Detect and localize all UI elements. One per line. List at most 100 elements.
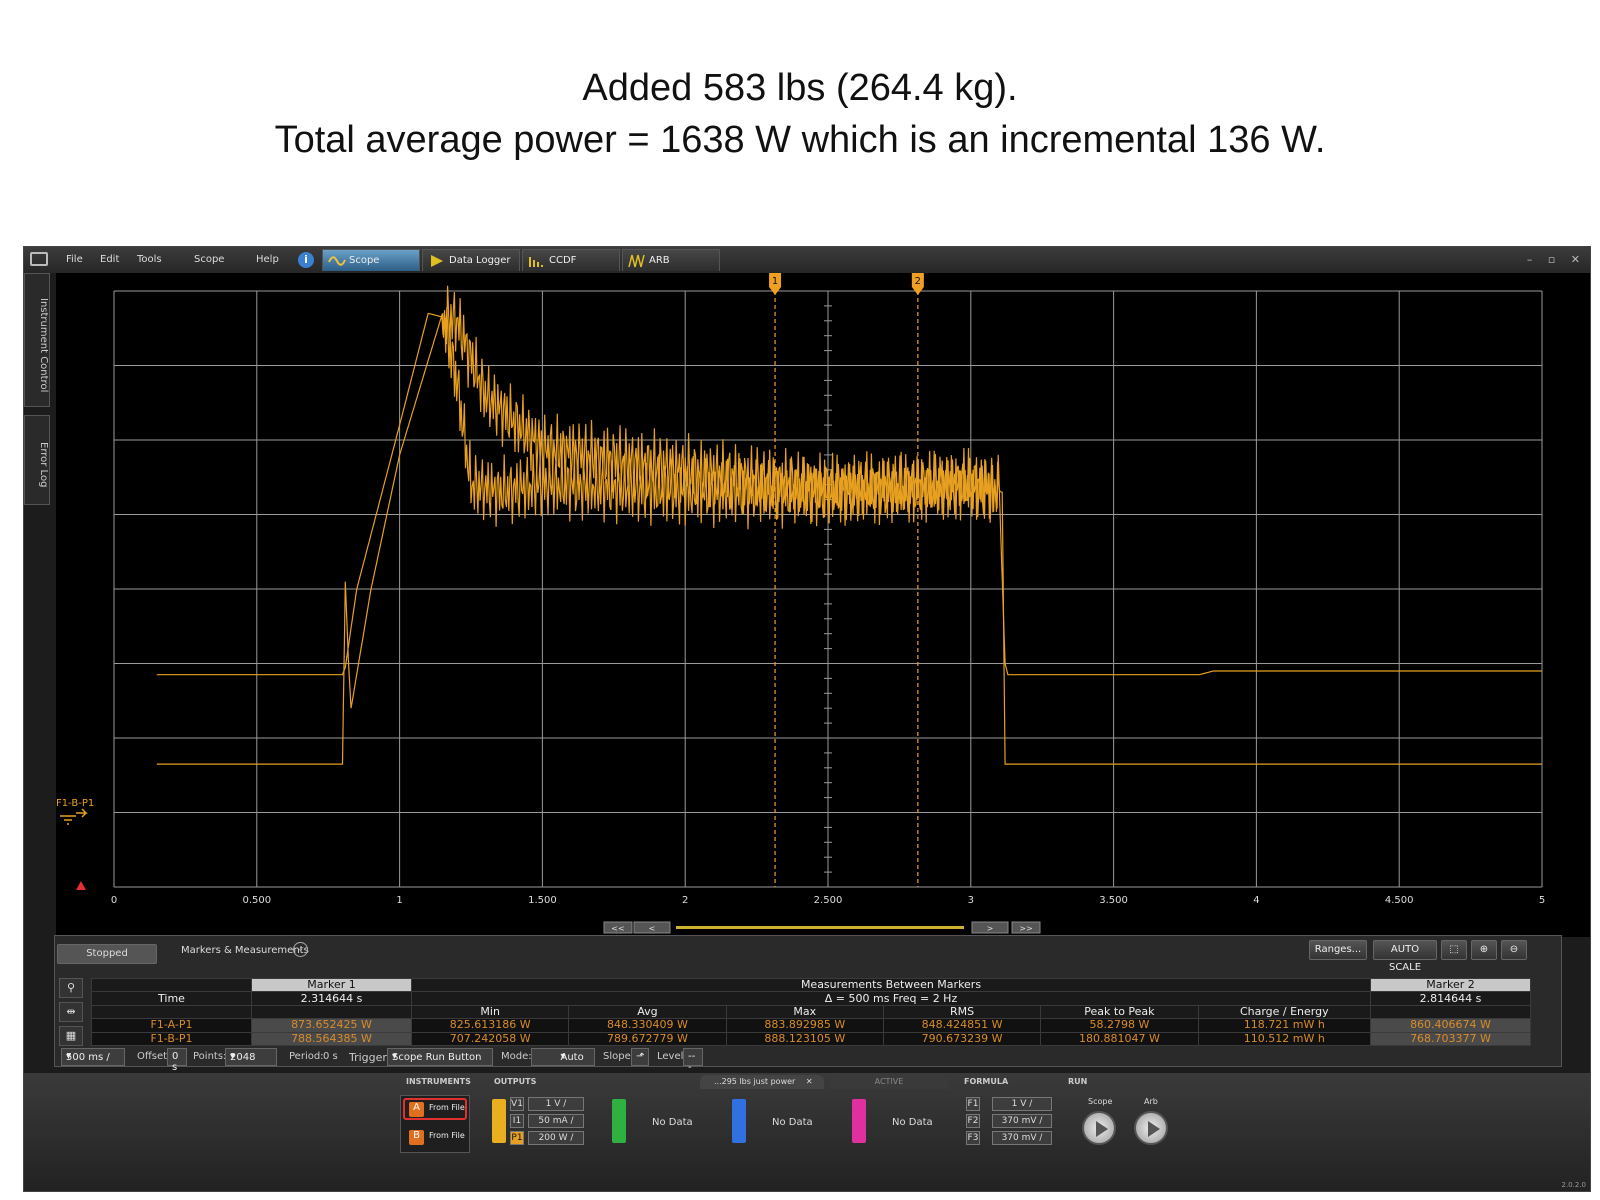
instrument-b[interactable]: B From File (403, 1126, 467, 1148)
file-tab[interactable]: ...295 lbs just power ✕ (700, 1075, 824, 1089)
ranges-button[interactable]: Ranges... (1309, 940, 1367, 960)
mode-select[interactable]: Auto ▾ (531, 1048, 595, 1066)
tab-ccdf[interactable]: CCDF (522, 249, 620, 271)
auto-scale-button[interactable]: AUTO SCALE (1373, 940, 1437, 973)
scope-grid (113, 290, 1543, 888)
table-row[interactable]: F1-A-P1 873.652425 W 825.613186 W 848.33… (91, 1018, 1531, 1033)
i1-scale[interactable]: 50 mA / (528, 1114, 584, 1128)
menu-help[interactable]: Help (256, 254, 279, 265)
scroll-first-label: << (611, 924, 624, 933)
scope-app-window: File Edit Tools Scope Help i Scope Data … (23, 246, 1591, 1192)
zoom-in-icon[interactable]: ⊕ (1471, 940, 1497, 960)
f1-scale[interactable]: 1 V / (992, 1097, 1052, 1111)
row-min: 825.613186 W (410, 1018, 570, 1033)
info-icon[interactable]: i (298, 252, 314, 268)
marker2-header: Marker 2 (1370, 977, 1531, 993)
tab-scope[interactable]: Scope (322, 249, 420, 271)
channel-4-swatch[interactable] (852, 1099, 866, 1143)
panel-title[interactable]: Markers & Measurements (181, 945, 309, 956)
active-tab[interactable]: ACTIVE (830, 1075, 948, 1089)
run-label: RUN (1068, 1077, 1088, 1086)
x-tick-label: 0 (111, 895, 117, 906)
trigger-label: Trigger (349, 1051, 387, 1064)
slide-title-line2: Total average power = 1638 W which is an… (274, 119, 1326, 161)
marker-span-icon[interactable]: ⇹ (59, 1002, 83, 1022)
measurements-table: Marker 1 Measurements Between Markers Ma… (91, 977, 1531, 1047)
outputs-label: OUTPUTS (494, 1077, 537, 1086)
x-tick-label: 0.500 (242, 895, 271, 906)
marker-2-number: 2 (915, 276, 921, 287)
arb-run-play-icon[interactable] (1134, 1111, 1168, 1145)
tab-arb[interactable]: ARB (622, 249, 720, 271)
arb-run-label: Arb (1144, 1097, 1158, 1106)
x-tick-label: 2.500 (814, 895, 843, 906)
slope-rising-icon[interactable]: ⬏ (631, 1048, 649, 1066)
f3-badge: F3 (966, 1131, 980, 1145)
instrument-a-label: From File (429, 1103, 465, 1112)
v1-scale[interactable]: 1 V / (528, 1097, 584, 1111)
marker-tool-icon[interactable]: ⚲ (59, 978, 83, 998)
scope-x-ticks: 0 0.500 1 1.500 2 2.500 3 3.500 4 4.500 5 (111, 895, 1545, 906)
grid-layout-icon[interactable]: ▦ (59, 1026, 83, 1046)
channel-3-swatch[interactable] (732, 1099, 746, 1143)
slide-title-line1: Added 583 lbs (264.4 kg). (582, 67, 1018, 109)
close-icon[interactable]: ✕ (806, 1077, 813, 1086)
points-value: 2048 (230, 1052, 256, 1063)
row-max: 883.892985 W (725, 1018, 884, 1033)
channel-2-swatch[interactable] (612, 1099, 626, 1143)
sidetab-error-log[interactable]: Error Log (24, 415, 50, 505)
row-name: F1-B-P1 (91, 1031, 252, 1047)
scroll-thumb[interactable] (676, 926, 964, 929)
window-controls[interactable]: – ▫ ✕ (1527, 253, 1586, 266)
timebase-value: 500 ms / (66, 1052, 110, 1063)
tab-scope-label: Scope (349, 255, 380, 266)
offset-label: Offset: (137, 1051, 171, 1062)
points-select[interactable]: 2048 ▾ (225, 1048, 277, 1066)
menu-scope[interactable]: Scope (194, 254, 224, 265)
timebase-select[interactable]: 500 ms / ▾ (61, 1048, 125, 1066)
row-marker1-value: 873.652425 W (251, 1018, 412, 1033)
tab-data-logger[interactable]: Data Logger (422, 249, 520, 271)
offset-input[interactable]: 0 s (167, 1048, 187, 1073)
row-marker2-value: 768.703377 W (1370, 1031, 1531, 1047)
scope-run-play-icon[interactable] (1082, 1111, 1116, 1145)
trigger-select[interactable]: Scope Run Button ▾ (387, 1048, 493, 1066)
f1-badge: F1 (966, 1097, 980, 1111)
row-avg: 848.330409 W (568, 1018, 727, 1033)
output-channel-1[interactable] (492, 1099, 506, 1143)
scope-display[interactable]: 0 0.500 1 1.500 2 2.500 3 3.500 4 4.500 5 1 2 F1-B-… (56, 273, 1590, 937)
collapse-chevron-icon[interactable]: ⌄ (293, 942, 308, 957)
menu-file[interactable]: File (66, 254, 83, 265)
instrument-a[interactable]: A From File (403, 1098, 467, 1120)
points-label: Points: (193, 1051, 227, 1062)
trace-f1-b-p1 (156, 307, 1542, 765)
zoom-out-icon[interactable]: ⊖ (1501, 940, 1527, 960)
channel-3-nodata: No Data (772, 1117, 813, 1128)
menu-tools[interactable]: Tools (137, 254, 162, 265)
scope-traces (156, 285, 1542, 765)
menu-edit[interactable]: Edit (100, 254, 119, 265)
f2-scale[interactable]: 370 mV / (992, 1114, 1052, 1128)
menu-bar: File Edit Tools Scope Help i Scope Data … (24, 247, 1590, 273)
play-icon (431, 255, 443, 267)
instruments-label: INSTRUMENTS (406, 1077, 471, 1086)
histogram-icon (529, 257, 543, 267)
tab-ccdf-label: CCDF (549, 255, 577, 266)
row-max: 888.123105 W (725, 1031, 884, 1047)
table-row[interactable]: F1-B-P1 788.564385 W 707.242058 W 789.67… (91, 1031, 1531, 1047)
level-input[interactable]: --- (683, 1048, 703, 1073)
row-p2p: 58.2798 W (1040, 1018, 1199, 1033)
sidetab-instrument-control[interactable]: Instrument Control (24, 273, 50, 407)
row-marker2-value: 860.406674 W (1370, 1018, 1531, 1033)
slide-title: Added 583 lbs (264.4 kg). Total average … (0, 62, 1600, 166)
p1-scale[interactable]: 200 W / (528, 1131, 584, 1145)
zoom-box-icon[interactable]: ⬚ (1441, 940, 1467, 960)
marker2-time: 2.814644 s (1370, 991, 1531, 1006)
instruments-box: A From File B From File (400, 1095, 470, 1153)
status-stopped: Stopped (57, 944, 157, 964)
trigger-value: Scope Run Button (392, 1052, 482, 1063)
horizontal-scrollbar: << < > >> (603, 921, 1041, 934)
x-tick-label: 4 (1253, 895, 1259, 906)
trigger-point-icon[interactable] (76, 881, 86, 890)
f3-scale[interactable]: 370 mV / (992, 1131, 1052, 1145)
